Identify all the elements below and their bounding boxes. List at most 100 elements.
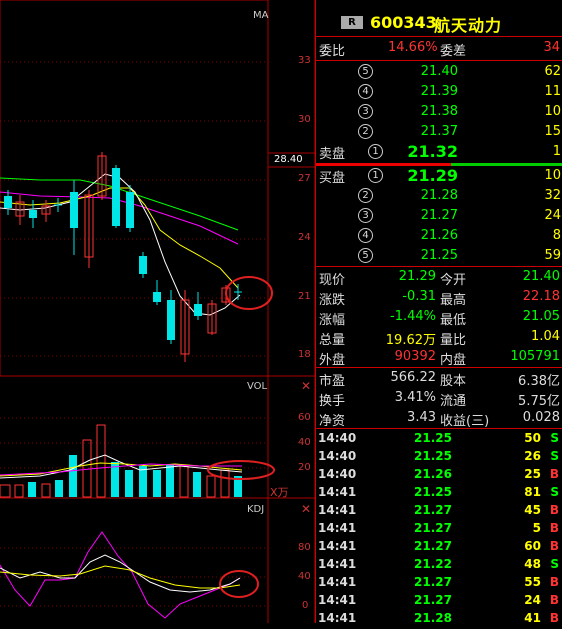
buy-price: 21.25 bbox=[420, 248, 458, 263]
stat-value: 21.40 bbox=[522, 269, 560, 284]
sell-orders: 5 21.40 62 4 21.39 11 3 21.38 10 2 21.37 15 卖盘 1 21.32… bbox=[316, 61, 562, 162]
buy-price: 21.28 bbox=[420, 188, 458, 203]
highlight-circle-kdj bbox=[219, 570, 259, 598]
buy-price: 21.26 bbox=[420, 228, 458, 243]
tick-row: 14:41 21.27 24 B bbox=[316, 593, 562, 611]
fundamentals-row: 净资 3.43 收益(三) 0.028 bbox=[316, 408, 562, 429]
tick-list[interactable]: 14:40 21.25 50 S 14:40 21.25 26 S 14:40 21.26 25 B 1… bbox=[316, 428, 562, 629]
buy-level-icon: 3 bbox=[358, 208, 373, 223]
sell-row[interactable]: 2 21.37 15 bbox=[316, 122, 562, 142]
vol-ma-magenta bbox=[0, 463, 242, 476]
tick-volume: 60 bbox=[524, 539, 541, 553]
kline-indicator-label: MA bbox=[253, 10, 269, 21]
stat-label: 量比 bbox=[440, 333, 467, 348]
buy-volume: 32 bbox=[544, 188, 561, 203]
tick-price: 21.26 bbox=[414, 467, 452, 481]
vol-ytick-60: 60 bbox=[298, 412, 311, 423]
buy-row[interactable]: 2 21.28 32 bbox=[316, 186, 562, 206]
quote-panel: R 600343 航天动力 委比 14.66% 委差 34 5 21.40 62 4 2… bbox=[315, 0, 562, 625]
tick-price: 21.25 bbox=[414, 431, 452, 445]
stats-row: 总量 19.62万 量比 1.04 bbox=[316, 327, 562, 348]
buy-volume: 8 bbox=[552, 228, 561, 243]
tick-direction: S bbox=[550, 485, 559, 499]
buy-level-icon: 5 bbox=[358, 248, 373, 263]
buy-row[interactable]: 买盘 1 21.29 10 bbox=[316, 166, 562, 186]
sell-row[interactable]: 卖盘 1 21.32 1 bbox=[316, 142, 562, 162]
stats-row: 现价 21.29 今开 21.40 bbox=[316, 267, 562, 288]
sell-label: 卖盘 bbox=[319, 147, 346, 162]
close-vol-icon[interactable]: ✕ bbox=[301, 379, 311, 393]
stock-code: 600343 bbox=[370, 13, 437, 32]
tick-time: 14:41 bbox=[318, 593, 357, 607]
vol-ma-yellow bbox=[0, 462, 243, 477]
buy-level-icon: 1 bbox=[368, 168, 383, 183]
stat-value: 19.62万 bbox=[385, 333, 436, 348]
stat-value: 21.29 bbox=[398, 269, 436, 284]
sell-level-icon: 5 bbox=[358, 64, 373, 79]
kline-chart-svg[interactable]: ✕ ✕ bbox=[0, 0, 315, 623]
sell-row[interactable]: 4 21.39 11 bbox=[316, 82, 562, 102]
stat-label: 最低 bbox=[440, 313, 467, 328]
sell-volume: 62 bbox=[544, 64, 561, 79]
sell-row[interactable]: 3 21.38 10 bbox=[316, 102, 562, 122]
tick-direction: B bbox=[549, 593, 559, 607]
sell-price: 21.40 bbox=[420, 64, 458, 79]
buy-row[interactable]: 5 21.25 59 bbox=[316, 246, 562, 266]
tick-volume: 50 bbox=[524, 431, 541, 445]
tick-row: 14:41 21.25 81 S bbox=[316, 485, 562, 503]
stat-label: 今开 bbox=[440, 273, 467, 288]
fund-label: 股本 bbox=[440, 374, 467, 389]
stat-value: -0.31 bbox=[402, 289, 436, 304]
tick-volume: 81 bbox=[524, 485, 541, 499]
vol-ytick-20: 20 bbox=[298, 462, 311, 473]
sell-level-icon: 3 bbox=[358, 104, 373, 119]
stat-value: 22.18 bbox=[522, 289, 560, 304]
buy-row[interactable]: 4 21.26 8 bbox=[316, 226, 562, 246]
sell-level-icon: 4 bbox=[358, 84, 373, 99]
tick-direction: B bbox=[549, 503, 559, 517]
kdj-ytick-40: 40 bbox=[298, 571, 311, 582]
kdj-ytick-80: 80 bbox=[298, 542, 311, 553]
kline-grid bbox=[0, 61, 268, 607]
fundamentals-row: 市盈 566.22 股本 6.38亿 bbox=[316, 368, 562, 389]
vol-ytick-40: 40 bbox=[298, 437, 311, 448]
tick-time: 14:41 bbox=[318, 521, 357, 535]
stock-name: 航天动力 bbox=[434, 16, 503, 35]
fundamentals-row: 换手 3.41% 流通 5.75亿 bbox=[316, 388, 562, 409]
buy-level-icon: 4 bbox=[358, 228, 373, 243]
weicha-label: 委差 bbox=[440, 44, 467, 59]
kline-ytick-24: 24 bbox=[298, 232, 311, 243]
r-badge[interactable]: R bbox=[341, 16, 363, 29]
buy-row[interactable]: 3 21.27 24 bbox=[316, 206, 562, 226]
tick-volume: 45 bbox=[524, 503, 541, 517]
kline-ytick-21: 21 bbox=[298, 291, 311, 302]
buy-label: 买盘 bbox=[319, 171, 346, 186]
sell-volume: 10 bbox=[544, 104, 561, 119]
chart-area[interactable]: ✕ ✕ MA 33 30 27 24 21 18 28.40 VOL 60 40… bbox=[0, 0, 315, 623]
weibi-label: 委比 bbox=[319, 44, 346, 59]
tick-volume: 55 bbox=[524, 575, 541, 589]
fundamentals-table: 市盈 566.22 股本 6.38亿 换手 3.41% 流通 5.75亿 净资 3.43 收益(三)… bbox=[316, 367, 562, 429]
tick-time: 14:41 bbox=[318, 575, 357, 589]
volume-bars bbox=[0, 424, 242, 498]
stat-value: 21.05 bbox=[522, 309, 560, 324]
tick-row: 14:41 21.22 48 S bbox=[316, 557, 562, 575]
tick-direction: B bbox=[549, 521, 559, 535]
kdj-label: KDJ bbox=[247, 504, 265, 515]
stat-label: 现价 bbox=[319, 273, 346, 288]
tick-price: 21.27 bbox=[414, 593, 452, 607]
sell-level-icon: 1 bbox=[368, 144, 383, 159]
sell-level-icon: 2 bbox=[358, 124, 373, 139]
sell-row[interactable]: 5 21.40 62 bbox=[316, 62, 562, 82]
sell-volume: 11 bbox=[544, 84, 561, 99]
stat-value: 1.04 bbox=[531, 329, 560, 344]
close-kdj-icon[interactable]: ✕ bbox=[301, 502, 311, 516]
highlight-circle-kline bbox=[225, 276, 273, 310]
quote-header: R 600343 航天动力 bbox=[316, 0, 562, 37]
buy-orders: 买盘 1 21.29 10 2 21.28 32 3 21.27 24 4 21.26 8 5 21.25 5… bbox=[316, 166, 562, 266]
tick-row: 14:40 21.26 25 B bbox=[316, 467, 562, 485]
fund-label: 流通 bbox=[440, 394, 467, 409]
tick-direction: B bbox=[549, 467, 559, 481]
stat-label: 内盘 bbox=[440, 353, 467, 368]
buy-volume: 10 bbox=[544, 168, 561, 183]
